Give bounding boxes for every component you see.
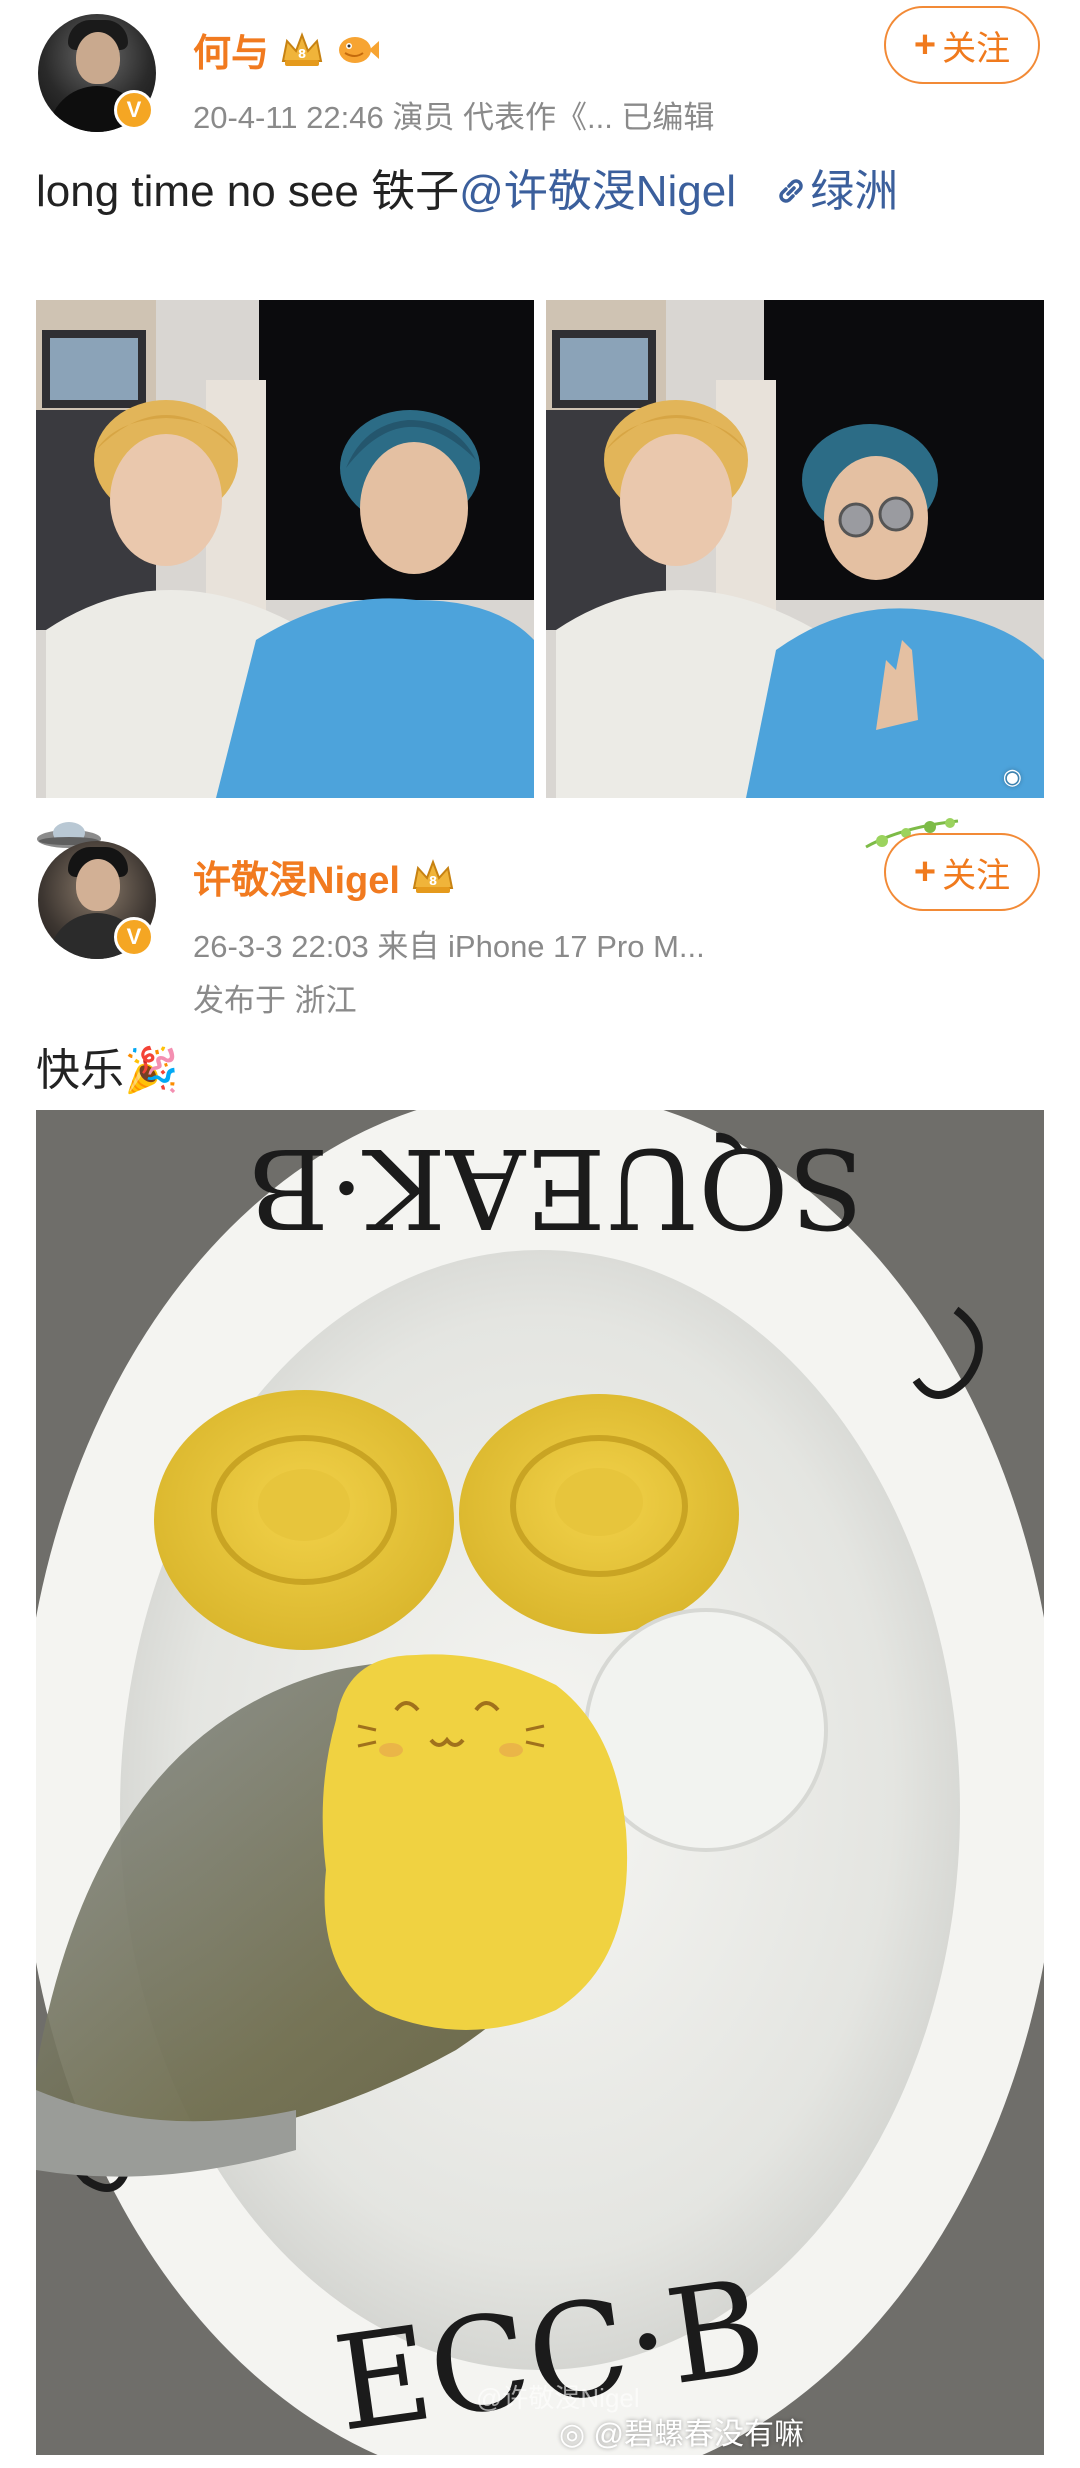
- weibo-logo-icon: ◎: [559, 2418, 586, 2451]
- username[interactable]: 何与 8: [193, 22, 381, 77]
- image-watermark-icon: ◉: [1002, 764, 1022, 789]
- svg-text:8: 8: [298, 47, 306, 61]
- post-text: long time no see 铁子@许敬渂Nigel 绿洲: [36, 167, 899, 216]
- follow-button[interactable]: + 关注: [884, 833, 1040, 911]
- post-meta: 20-4-11 22:46 演员 代表作《... 已编辑: [193, 100, 715, 135]
- post-he-yu: V 何与 8 20-4-11 22:46 演员 代表作《... 已编辑 + 关注…: [0, 0, 1080, 805]
- crown-icon: 8: [281, 31, 323, 66]
- post-photo-2[interactable]: ◉: [546, 300, 1044, 798]
- post-location: 发布于 浙江: [193, 983, 357, 1018]
- link-icon: [779, 179, 803, 203]
- plus-icon: +: [913, 23, 937, 66]
- svg-text:8: 8: [429, 874, 437, 888]
- post-nigel: V 许敬渂Nigel 8 26-3-3 22:03 来自 iPhone 17 P…: [0, 805, 1080, 2468]
- post-text: 快乐🎉: [36, 1046, 179, 1095]
- plus-icon: +: [913, 850, 937, 893]
- username[interactable]: 许敬渂Nigel 8: [193, 849, 456, 904]
- crown-icon: 8: [412, 858, 454, 893]
- post-photo-bowl[interactable]: SQUEAK·B ECC·B @许敬渂Nigel ◎ @碧螺春没有嘛: [36, 1110, 1044, 2455]
- follow-button[interactable]: + 关注: [884, 6, 1040, 84]
- topic-link[interactable]: 绿洲: [772, 167, 898, 216]
- party-popper-icon: 🎉: [124, 1046, 179, 1095]
- verified-badge-icon: V: [114, 90, 154, 130]
- image-watermark: ◎ @碧螺春没有嘛: [559, 2418, 804, 2451]
- bowl-rim-text-top: SQUEAK·B: [248, 1124, 864, 1252]
- post-photo-1[interactable]: [36, 300, 534, 798]
- post-meta: 26-3-3 22:03 来自 iPhone 17 Pro M...: [193, 929, 705, 964]
- verified-badge-icon: V: [114, 917, 154, 957]
- mention-link[interactable]: @许敬渂Nigel: [459, 167, 736, 216]
- fish-badge-icon: [339, 36, 380, 63]
